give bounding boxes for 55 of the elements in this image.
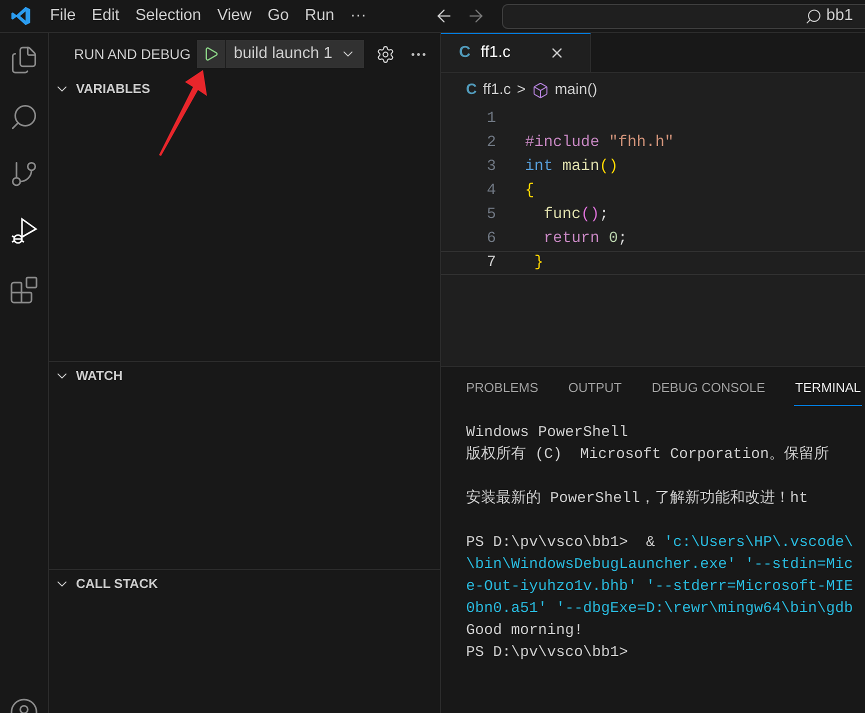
tab-label: ff1.c [480, 43, 511, 63]
menu-item[interactable]: File [42, 4, 84, 28]
code-line: { [525, 180, 534, 202]
menu-item[interactable]: View [209, 4, 260, 28]
panel-title: RUN AND DEBUG [74, 44, 191, 64]
search-value: bb1 [826, 6, 853, 26]
terminal-line: Windows PowerShell [466, 422, 628, 442]
line-number: 2 [486, 132, 496, 154]
menu-item[interactable]: Selection [127, 4, 210, 28]
search-icon [9, 102, 39, 132]
terminal-line: PS D:\pv\vsco\bb1> & 'c:\Users\HP\.vscode\ [466, 532, 854, 552]
code-line: return 0; [542, 228, 628, 250]
cube-icon [532, 82, 549, 98]
section-header[interactable]: WATCH [76, 366, 123, 386]
code-line: int main() [525, 156, 618, 178]
code-line: } [533, 252, 544, 274]
breadcrumb-item[interactable]: ff1.c [482, 78, 511, 102]
menu-item[interactable]: Go [260, 4, 297, 28]
breadcrumb-item[interactable]: main() [554, 78, 598, 102]
terminal-line: 版权所有 (C) Microsoft Corporation。保留所 [466, 444, 830, 464]
line-number: 5 [486, 204, 496, 226]
line-number: 6 [486, 228, 496, 250]
play-icon [202, 46, 219, 62]
line-number: 4 [486, 180, 496, 202]
c-file-icon: C [466, 78, 477, 102]
menu-item[interactable]: Edit [84, 4, 128, 28]
app-logo-icon [10, 5, 32, 27]
c-file-icon: C [459, 41, 471, 65]
terminal-line: 0bn0.a51' '--dbgExe=D:\rewr\mingw64\bin\gdb [466, 598, 854, 618]
panel-tab[interactable]: OUTPUT [567, 370, 623, 406]
extensions-icon [9, 275, 39, 305]
files-icon [9, 45, 39, 75]
search-icon [805, 8, 822, 24]
section-header[interactable]: CALL STACK [76, 574, 158, 594]
menu-item[interactable]: ··· [342, 4, 374, 28]
terminal-line: Good morning! [466, 620, 584, 640]
line-number: 1 [486, 108, 496, 130]
code-line: #include "fhh.h" [525, 132, 674, 154]
panel-tab[interactable]: PROBLEMS [465, 370, 540, 406]
line-number: 7 [486, 252, 496, 274]
editor-tab[interactable]: C ff1.c [441, 33, 591, 72]
search-field[interactable]: bb1 [502, 4, 865, 28]
section-header[interactable]: VARIABLES [76, 79, 150, 99]
terminal-line: e-Out-iyuhzo1v.bhb' '--stderr=Microsoft-MIE [466, 576, 854, 596]
settings-icon[interactable] [376, 44, 396, 64]
code-line: func(); [542, 204, 609, 226]
branch-icon [9, 159, 39, 189]
terminal-line: 安装最新的 PowerShell，了解新功能和改进！ht [466, 488, 808, 508]
panel-tab[interactable]: DEBUG CONSOLE [650, 370, 766, 406]
breadcrumb-separator: > [516, 80, 526, 100]
panel-tab[interactable]: TERMINAL [794, 370, 862, 406]
menu-item[interactable]: Run [296, 4, 342, 28]
line-number: 3 [486, 156, 496, 178]
terminal-line: \bin\WindowsDebugLauncher.exe' '--stdin=Mic [466, 554, 854, 574]
terminal-line: PS D:\pv\vsco\bb1> [466, 642, 628, 662]
